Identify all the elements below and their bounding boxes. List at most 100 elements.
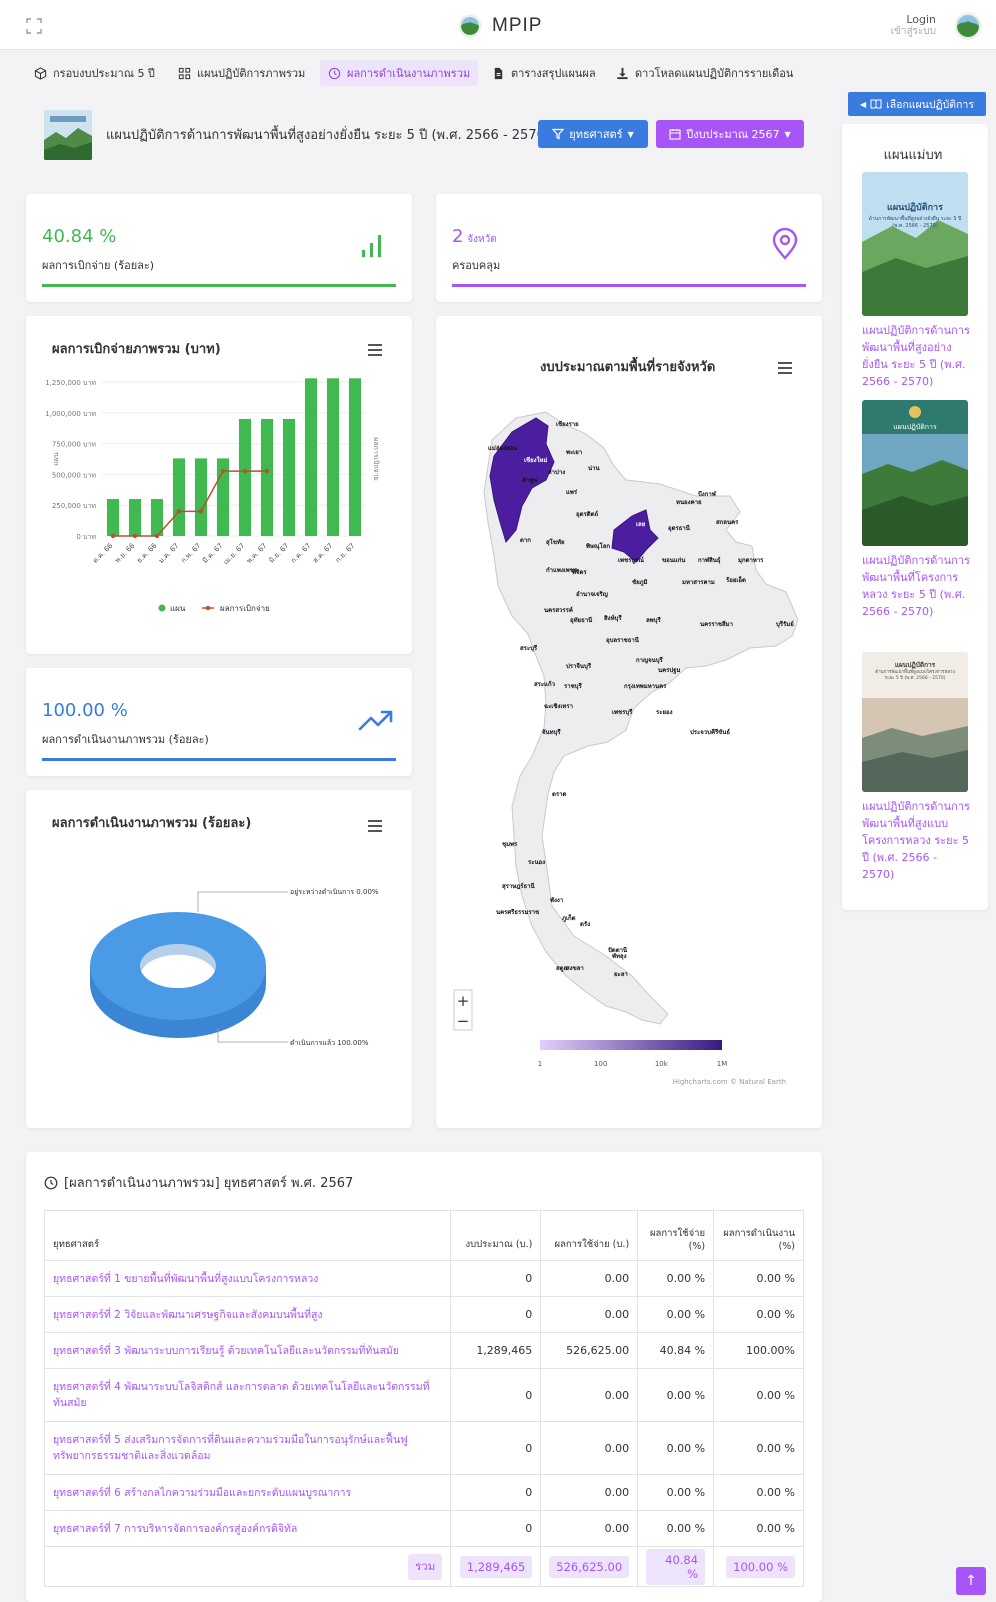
strategy-link[interactable]: ยุทธศาสตร์ที่ 2 วิจัยและพัฒนาเศรษฐกิจและ… xyxy=(43,1296,452,1333)
line-point[interactable] xyxy=(198,509,204,514)
strategy-link[interactable]: ยุทธศาสตร์ที่ 4 พัฒนาระบบโลจิสติกส์ และก… xyxy=(43,1368,452,1422)
line-point[interactable] xyxy=(220,468,226,474)
province-label[interactable]: หนองคาย xyxy=(676,499,702,506)
zoom-in-button[interactable]: + xyxy=(457,992,470,1010)
province-label[interactable]: กาญจนบุรี xyxy=(636,656,664,664)
strategy-link[interactable]: ยุทธศาสตร์ที่ 1 ขยายพื้นที่พัฒนาพื้นที่ส… xyxy=(43,1260,452,1297)
province-label[interactable]: แม่ฮ่องสอน xyxy=(488,445,518,452)
province-label[interactable]: ชัยภูมิ xyxy=(632,578,648,587)
nav-overall-performance[interactable]: ผลการดำเนินงานภาพรวม xyxy=(320,60,479,86)
province-label[interactable]: สิงห์บุรี xyxy=(604,614,623,622)
bar-plan[interactable] xyxy=(172,458,186,536)
strategy-link[interactable]: ยุทธศาสตร์ที่ 3 พัฒนาระบบการเรียนรู้ ด้ว… xyxy=(43,1332,452,1369)
province-label[interactable]: ลำพูน xyxy=(522,476,538,485)
province-label[interactable]: ร้อยเอ็ด xyxy=(726,575,746,584)
master-plan-link-3[interactable]: แผนปฏิบัติการด้านการพัฒนาพื้นที่สูงแบบโค… xyxy=(862,798,972,883)
line-point[interactable] xyxy=(242,468,248,474)
strategy-link[interactable]: ยุทธศาสตร์ที่ 7 การบริหารจัดการองค์กรสู่… xyxy=(43,1510,452,1547)
nav-overall-plan[interactable]: แผนปฏิบัติการภาพรวม xyxy=(170,60,313,86)
master-plan-link-1[interactable]: แผนปฏิบัติการด้านการพัฒนาพื้นที่สูงอย่าง… xyxy=(862,322,972,390)
line-point[interactable] xyxy=(132,533,138,539)
province-label[interactable]: ตราด xyxy=(552,791,566,798)
master-plan-book-2[interactable]: แผนปฏิบัติการ xyxy=(862,400,968,546)
province-label[interactable]: ประจวบคีรีขันธ์ xyxy=(690,728,730,736)
province-label[interactable]: เชียงราย xyxy=(556,420,579,428)
master-plan-book-1[interactable]: แผนปฏิบัติการ ด้านการพัฒนาพื้นที่สูงอย่า… xyxy=(862,172,968,316)
province-label[interactable]: ยะลา xyxy=(614,971,628,978)
province-label[interactable]: ตาก xyxy=(520,537,531,544)
bar-plan[interactable] xyxy=(260,418,274,536)
province-label[interactable]: เลย xyxy=(636,521,646,528)
province-label[interactable]: จันทบุรี xyxy=(542,728,561,736)
bar-plan[interactable] xyxy=(326,378,340,536)
province-label[interactable]: อุตรดิตถ์ xyxy=(576,510,599,518)
province-label[interactable]: พิจิตร xyxy=(572,568,587,576)
province-label[interactable]: มหาสารคาม xyxy=(682,579,715,586)
legend-label-disbursement[interactable]: ผลการเบิกจ่าย xyxy=(220,604,270,613)
province-label[interactable]: เพชรบูรณ์ xyxy=(618,556,644,565)
line-point[interactable] xyxy=(264,468,270,474)
province-label[interactable]: ตรัง xyxy=(580,920,590,928)
select-plan-button[interactable]: ◀ เลือกแผนปฏิบัติการ xyxy=(848,92,986,116)
province-label[interactable]: สระแก้ว xyxy=(534,680,556,688)
scroll-to-top-button[interactable]: ↑ xyxy=(956,1567,986,1595)
bar-plan[interactable] xyxy=(282,418,296,536)
province-label[interactable]: นครราชสีมา xyxy=(700,620,733,628)
nav-summary-table[interactable]: ตารางสรุปแผนผล xyxy=(484,60,604,86)
province-label[interactable]: ขอนแก่น xyxy=(662,557,686,564)
province-label[interactable]: ปราจีนบุรี xyxy=(566,662,592,670)
province-label[interactable]: ชุมพร xyxy=(502,841,518,848)
master-plan-link-2[interactable]: แผนปฏิบัติการด้านการพัฒนาพื้นที่โครงการห… xyxy=(862,552,972,620)
province-label[interactable]: อำนาจเจริญ xyxy=(576,590,608,598)
province-label[interactable]: ราชบุรี xyxy=(564,682,582,690)
province-label[interactable]: บึงกาฬ xyxy=(698,490,717,498)
brand[interactable]: MPIP xyxy=(458,12,542,40)
strategy-link[interactable]: ยุทธศาสตร์ที่ 5 ส่งเสริมการจัดการที่ดินแ… xyxy=(43,1421,452,1475)
province-label[interactable]: กรุงเทพมหานคร xyxy=(624,683,667,690)
province-label[interactable]: สกลนคร xyxy=(716,519,739,526)
province-label[interactable]: กาฬสินธุ์ xyxy=(698,556,721,564)
province-label[interactable]: ลำปาง xyxy=(548,468,565,476)
province-label[interactable]: ฉะเชิงเทรา xyxy=(544,702,573,710)
strategy-filter-button[interactable]: ยุทธศาสตร์ ▼ xyxy=(538,120,648,148)
bar-plan[interactable] xyxy=(238,418,252,536)
bar-plan[interactable] xyxy=(304,378,318,536)
line-point[interactable] xyxy=(154,533,160,539)
bar-plan[interactable] xyxy=(194,458,208,536)
province-label[interactable]: น่าน xyxy=(588,465,600,472)
province-label[interactable]: ลพบุรี xyxy=(646,616,661,624)
province-label[interactable]: อุทัยธานี xyxy=(570,616,593,624)
thailand-map[interactable]: เชียงรายแม่ฮ่องสอนพะเยาเชียงใหม่น่าน ลำปา… xyxy=(436,316,822,1128)
province-label[interactable]: แพร่ xyxy=(566,489,578,496)
province-label[interactable]: สุราษฎร์ธานี xyxy=(502,882,535,890)
zoom-out-button[interactable]: − xyxy=(457,1012,470,1030)
province-label[interactable]: มุกดาหาร xyxy=(738,557,764,564)
master-plan-book-3[interactable]: แผนปฏิบัติการ ด้านการพัฒนาพื้นที่สูงแบบโ… xyxy=(862,652,968,792)
province-label[interactable]: สงขลา xyxy=(566,965,584,972)
fiscal-year-button[interactable]: ปีงบประมาณ 2567 ▼ xyxy=(656,120,804,148)
province-label[interactable]: ภูเก็ต xyxy=(562,913,576,923)
bar-plan[interactable] xyxy=(348,378,362,536)
province-label[interactable]: ระยอง xyxy=(656,709,673,716)
line-point[interactable] xyxy=(176,509,182,514)
province-label[interactable]: นครศรีธรรมราช xyxy=(496,908,539,916)
province-label[interactable]: สตูล xyxy=(556,965,568,973)
bar-plan[interactable] xyxy=(106,499,120,536)
province-label[interactable]: สระบุรี xyxy=(520,644,538,652)
line-point[interactable] xyxy=(110,533,116,539)
province-label[interactable]: สุโขทัย xyxy=(546,538,565,546)
bar-plan[interactable] xyxy=(128,499,142,536)
province-label[interactable]: เชียงใหม่ xyxy=(524,456,547,464)
province-label[interactable]: ระนอง xyxy=(528,859,545,866)
province-label[interactable]: ปัตตานี xyxy=(608,946,628,954)
province-label[interactable]: นครปฐม xyxy=(658,666,680,674)
fullscreen-icon[interactable] xyxy=(26,18,42,34)
login-link[interactable]: Login เข้าสู่ระบบ xyxy=(891,14,936,38)
province-label[interactable]: อุบลราชธานี xyxy=(606,636,640,644)
province-label[interactable]: พังงา xyxy=(550,896,563,904)
province-label[interactable]: นครสวรรค์ xyxy=(544,606,573,614)
province-label[interactable]: เพชรบุรี xyxy=(612,708,633,716)
strategy-link[interactable]: ยุทธศาสตร์ที่ 6 สร้างกลไกความร่วมมือและย… xyxy=(43,1474,452,1511)
nav-download-monthly[interactable]: ดาวโหลดแผนปฏิบัติการรายเดือน xyxy=(608,60,801,86)
province-label[interactable]: พะเยา xyxy=(566,449,582,456)
